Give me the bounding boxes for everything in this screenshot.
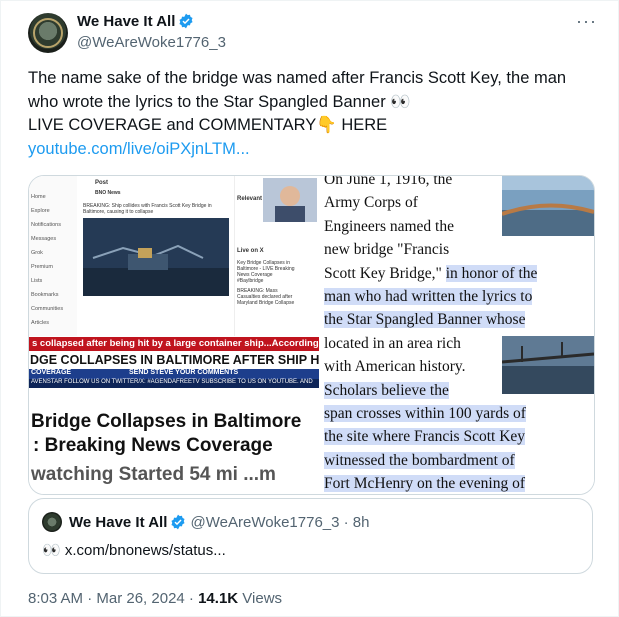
- quoted-author: We Have It All @WeAreWoke1776_3 · 8h: [69, 514, 370, 531]
- article-line-part: with American history.: [324, 358, 466, 376]
- article-line-highlight: span crosses within 100 yards of: [324, 405, 526, 423]
- article-line-part: new bridge "Francis: [324, 241, 450, 259]
- nav-item: Home: [31, 194, 46, 200]
- post-timestamp[interactable]: 8:03 AM · Mar 26, 2024 ·: [28, 590, 198, 607]
- side-header: Relevant: [237, 196, 263, 202]
- tweet-post: We Have It All @WeAreWoke1776_3 ··· The …: [0, 0, 619, 617]
- media-grid: Home Explore Notifications Messages Grok…: [28, 175, 595, 495]
- side-item: Key Bridge Collapses in Baltimore - LIVE…: [237, 260, 295, 284]
- screenshot-feed: Post BNO News BREAKING: Ship collides wi…: [79, 176, 235, 336]
- stream-subtitle: : Breaking News Coverage: [33, 435, 273, 456]
- stream-status: watching Started 54 mi ...m: [31, 464, 276, 485]
- article-line-highlight: Scholars believe the: [324, 381, 449, 399]
- feed-header: Post: [95, 180, 109, 186]
- author-name-label: We Have It All: [77, 13, 176, 30]
- article-line-highlight: man who had written the lyrics to: [324, 288, 533, 306]
- quoted-post[interactable]: We Have It All @WeAreWoke1776_3 · 8h 👀 x…: [28, 498, 593, 574]
- article-line-highlight: witnessed the bombardment of: [324, 451, 515, 469]
- article-line: the Star Spangled Banner whose: [324, 308, 564, 331]
- stream-title: Bridge Collapses in Baltimore: [31, 411, 302, 432]
- view-count: 14.1K: [198, 590, 239, 607]
- news-ticker-coverage: COVERAGE SEND STEVE YOUR COMMENTS: [29, 369, 319, 379]
- quoted-text: 👀 x.com/bnonews/status...: [42, 542, 226, 559]
- article-line: the site where Francis Scott Key: [324, 425, 564, 448]
- post-line: who wrote the lyrics to the Star Spangle…: [28, 92, 411, 111]
- author-name[interactable]: We Have It All: [77, 13, 194, 30]
- news-ticker-headline: DGE COLLAPSES IN BALTIMORE AFTER SHIP HI…: [29, 351, 319, 369]
- post-text: The name sake of the bridge was named af…: [28, 67, 598, 161]
- quoted-handle-time: @WeAreWoke1776_3 · 8h: [190, 514, 370, 531]
- author-handle[interactable]: @WeAreWoke1776_3: [77, 34, 226, 51]
- article-line-part: On June 1, 1916, the: [324, 176, 453, 188]
- article-line: witnessed the bombardment of: [324, 449, 564, 472]
- verified-icon: [179, 13, 193, 29]
- nav-item: Grok: [31, 250, 43, 256]
- post-line: The name sake of the bridge was named af…: [28, 69, 567, 87]
- article-line-highlight: Fort McHenry on the evening of: [324, 475, 526, 493]
- feed-source: BNO News: [95, 190, 121, 196]
- quoted-author-name: We Have It All: [69, 514, 168, 531]
- more-options-icon[interactable]: ···: [576, 11, 597, 32]
- screenshot-sidebar-right: Relevant Live on X Key Bridge Collapses …: [235, 176, 319, 336]
- article-line-part: Army Corps of: [324, 194, 418, 212]
- article-line: man who had written the lyrics to: [324, 285, 564, 308]
- media-image-article[interactable]: On June 1, 1916, the Army Corps of Enginee…: [322, 176, 594, 494]
- news-ticker-red: s collapsed after being hit by a large c…: [29, 337, 319, 351]
- nav-item: Communities: [31, 306, 64, 312]
- article-line-part: Scott Key Bridge,": [324, 264, 446, 282]
- post-meta: 8:03 AM · Mar 26, 2024 · 14.1K Views: [28, 590, 282, 607]
- media-image-stream[interactable]: Home Explore Notifications Messages Grok…: [29, 176, 319, 494]
- presenter-photo: [263, 178, 317, 222]
- feed-text: BREAKING: Ship collides with Francis Sco…: [83, 203, 212, 215]
- article-line-highlight: in honor of the: [445, 264, 538, 282]
- article-line: new bridge "Francis: [324, 238, 564, 261]
- article-line: span crosses within 100 yards of: [324, 402, 564, 425]
- views-label: Views: [238, 590, 283, 607]
- bridge-water-photo: [502, 336, 594, 394]
- article-line: Scott Key Bridge," in honor of the: [324, 262, 564, 285]
- article-line-part: located in an area rich: [324, 334, 461, 352]
- verified-icon: [171, 514, 185, 530]
- article-line: Fort McHenry on the evening of: [324, 472, 564, 494]
- article-line-highlight: the site where Francis Scott Key: [324, 428, 526, 446]
- post-link[interactable]: youtube.com/live/oiPXjnLTM...: [28, 138, 598, 162]
- nav-item: Articles: [31, 320, 50, 326]
- side-item: BREAKING: Mass Casualties declared after…: [237, 288, 295, 306]
- nav-item: Explore: [31, 208, 50, 214]
- nav-item: Premium: [31, 264, 54, 270]
- nav-item: Notifications: [31, 222, 61, 228]
- nav-item: Messages: [31, 236, 57, 242]
- bridge-photo: [83, 218, 229, 296]
- article-line-highlight: the Star Spangled Banner whose: [324, 311, 526, 329]
- news-ticker-footer: AVENSTAR FOLLOW US ON TWITTER/X: #AGENDA…: [29, 379, 319, 388]
- bridge-aerial-photo: [502, 176, 594, 236]
- screenshot-sidebar: Home Explore Notifications Messages Grok…: [29, 176, 77, 336]
- avatar[interactable]: [28, 13, 68, 53]
- article-line-part: Engineers named the: [324, 217, 454, 235]
- nav-item: Bookmarks: [31, 292, 59, 298]
- nav-item: Lists: [31, 278, 43, 284]
- side-live: Live on X: [237, 248, 264, 254]
- quoted-avatar: [42, 512, 62, 532]
- post-line: LIVE COVERAGE and COMMENTARY👇 HERE: [28, 116, 388, 134]
